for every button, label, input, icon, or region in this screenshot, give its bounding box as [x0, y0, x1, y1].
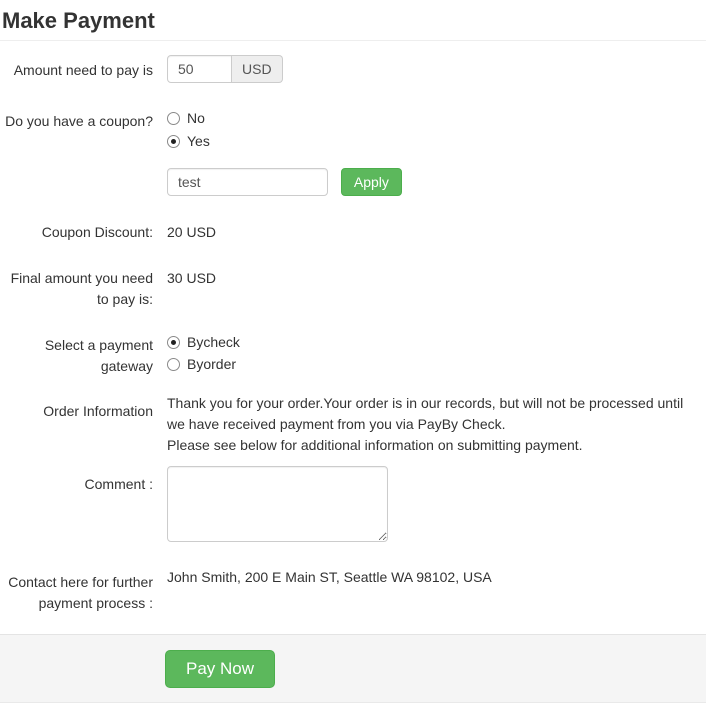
final-amount-label: Final amount you need to pay is:	[10, 270, 153, 307]
contact-value: John Smith, 200 E Main ST, Seattle WA 98…	[167, 569, 492, 585]
order-information-line2: Please see below for additional informat…	[167, 437, 583, 453]
amount-input-group: USD	[167, 55, 283, 83]
gateway-radio-bycheck-input[interactable]	[167, 335, 180, 349]
gateway-radio-bycheck[interactable]: Bycheck	[167, 334, 706, 350]
coupon-question-row: Do you have a coupon? No Yes	[0, 110, 706, 149]
comment-label: Comment :	[84, 476, 153, 492]
gateway-label: Select a payment gateway	[44, 337, 153, 374]
order-information-label: Order Information	[43, 403, 153, 419]
comment-textarea[interactable]	[167, 466, 388, 542]
coupon-discount-row: Coupon Discount: 20 USD	[0, 222, 706, 243]
gateway-row: Select a payment gateway Bycheck Byorder	[0, 334, 706, 377]
footer-bar: Pay Now	[0, 634, 706, 703]
pay-now-button[interactable]: Pay Now	[165, 650, 276, 688]
coupon-question-label: Do you have a coupon?	[5, 113, 153, 129]
coupon-discount-value: 20 USD	[167, 224, 217, 240]
contact-row: Contact here for further payment process…	[0, 567, 706, 614]
coupon-code-input[interactable]	[167, 168, 328, 196]
coupon-radio-no-input[interactable]	[167, 111, 180, 125]
gateway-radio-byorder-input[interactable]	[167, 357, 180, 371]
comment-row: Comment :	[0, 466, 706, 545]
gateway-radio-bycheck-label: Bycheck	[187, 334, 240, 350]
currency-addon: USD	[232, 55, 283, 83]
apply-button[interactable]: Apply	[340, 168, 402, 196]
coupon-discount-label: Coupon Discount:	[41, 224, 153, 240]
amount-label: Amount need to pay is	[13, 62, 153, 78]
contact-label: Contact here for further payment process…	[8, 574, 153, 611]
final-amount-row: Final amount you need to pay is: 30 USD	[0, 268, 706, 310]
order-information-line1: Thank you for your order.Your order is i…	[167, 395, 684, 432]
coupon-radio-no-label: No	[187, 110, 205, 126]
gateway-radio-byorder-label: Byorder	[187, 356, 237, 372]
coupon-radio-yes-input[interactable]	[167, 134, 180, 148]
page-title: Make Payment	[0, 0, 706, 41]
final-amount-value: 30 USD	[167, 270, 217, 286]
amount-row: Amount need to pay is USD	[0, 55, 706, 83]
gateway-radio-byorder[interactable]: Byorder	[167, 356, 706, 372]
coupon-radio-yes[interactable]: Yes	[167, 133, 706, 149]
coupon-apply-row: Apply	[0, 168, 706, 196]
order-information-text: Thank you for your order.Your order is i…	[167, 393, 701, 456]
amount-input[interactable]	[167, 55, 232, 83]
coupon-radio-no[interactable]: No	[167, 110, 706, 126]
coupon-radio-yes-label: Yes	[187, 133, 210, 149]
order-information-row: Order Information Thank you for your ord…	[0, 393, 706, 456]
